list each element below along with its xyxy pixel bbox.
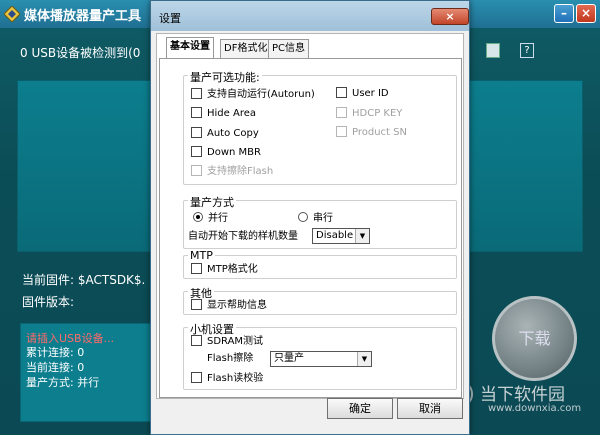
erase-flash-checkbox: 支持擦除Flash: [191, 165, 273, 177]
cancel-button[interactable]: 取消: [397, 398, 463, 419]
flash-erase-select[interactable]: 只量产 ▼: [270, 351, 372, 367]
autorun-checkbox[interactable]: 支持自动运行(Autorun): [191, 88, 315, 100]
basic-settings-panel: 量产可选功能: 支持自动运行(Autorun) Hide Area Auto C…: [159, 58, 462, 398]
optional-features-group: 量产可选功能: 支持自动运行(Autorun) Hide Area Auto C…: [183, 69, 457, 185]
dialog-body: 基本设置 DF格式化 PC信息 量产可选功能: 支持自动运行(Autorun) …: [156, 33, 464, 399]
checkbox-box[interactable]: [191, 335, 202, 346]
checkbox-box[interactable]: [191, 127, 202, 138]
checkbox-box[interactable]: [191, 88, 202, 99]
production-mode: 量产方式: 并行: [26, 376, 100, 389]
serial-radio[interactable]: 串行: [298, 212, 333, 224]
checkbox-box[interactable]: [191, 107, 202, 118]
group-title: 量产可选功能:: [188, 69, 262, 85]
auto-start-label: 自动开始下载的样机数量: [188, 231, 298, 242]
dialog-titlebar: 设置 ×: [151, 1, 469, 31]
current-connections: 当前连接: 0: [26, 361, 85, 374]
status-panel: 请插入USB设备... 累计连接: 0 当前连接: 0 量产方式: 并行: [20, 323, 155, 422]
chevron-down-icon[interactable]: ▼: [357, 352, 371, 366]
checkbox-box: [191, 165, 202, 176]
checkbox-box[interactable]: [191, 299, 202, 310]
checkbox-box[interactable]: [191, 263, 202, 274]
checkbox-box[interactable]: [191, 372, 202, 383]
download-button[interactable]: 下载: [492, 296, 577, 381]
user-id-checkbox[interactable]: User ID: [336, 87, 389, 99]
mtp-format-checkbox[interactable]: MTP格式化: [191, 263, 258, 275]
hide-area-checkbox[interactable]: Hide Area: [191, 107, 256, 119]
tab-basic-settings[interactable]: 基本设置: [166, 37, 214, 59]
down-mbr-checkbox[interactable]: Down MBR: [191, 146, 261, 158]
watermark-text: 当下软件园: [480, 385, 565, 405]
tab-df-format[interactable]: DF格式化: [220, 39, 272, 58]
show-help-checkbox[interactable]: 显示帮助信息: [191, 299, 267, 311]
chevron-down-icon[interactable]: ▼: [355, 229, 369, 243]
group-title: MTP: [188, 249, 215, 262]
help-icon[interactable]: ?: [520, 43, 534, 58]
flash-erase-label: Flash擦除: [207, 353, 254, 364]
app-logo-icon: [4, 6, 20, 22]
current-firmware-label: 当前固件: $ACTSDK$.: [22, 273, 146, 287]
ok-button[interactable]: 确定: [327, 398, 393, 419]
device-settings-group: 小机设置 SDRAM测试 Flash擦除 只量产 ▼ Flash读校验: [183, 321, 457, 390]
checkbox-box: [336, 126, 347, 137]
dialog-close-button[interactable]: ×: [431, 8, 469, 25]
group-title: 量产方式: [188, 194, 236, 210]
checkbox-box: [336, 107, 347, 118]
sdram-test-checkbox[interactable]: SDRAM测试: [191, 335, 263, 347]
total-connections: 累计连接: 0: [26, 346, 85, 359]
watermark-url: www.downxia.com: [488, 403, 582, 414]
radio-dot[interactable]: [193, 212, 203, 222]
settings-dialog: 设置 × 基本设置 DF格式化 PC信息 量产可选功能: 支持自动运行(Auto…: [150, 0, 470, 435]
minimize-button[interactable]: –: [554, 4, 574, 23]
close-button[interactable]: ×: [576, 4, 596, 23]
tab-pc-info[interactable]: PC信息: [268, 39, 310, 58]
parallel-radio[interactable]: 并行: [193, 212, 228, 224]
checkbox-box[interactable]: [336, 87, 347, 98]
other-group: 其他 显示帮助信息: [183, 285, 457, 315]
product-sn-checkbox: Product SN: [336, 126, 407, 138]
radio-dot[interactable]: [298, 212, 308, 222]
firmware-version-label: 固件版本:: [22, 295, 75, 309]
mtp-group: MTP MTP格式化: [183, 249, 457, 279]
auto-copy-checkbox[interactable]: Auto Copy: [191, 127, 259, 139]
usb-detection-status: 0 USB设备被检测到(0: [20, 46, 141, 60]
dialog-title: 设置: [159, 12, 181, 25]
flash-verify-checkbox[interactable]: Flash读校验: [191, 372, 263, 384]
production-mode-group: 量产方式 并行 串行 自动开始下载的样机数量 Disable ▼: [183, 194, 457, 249]
hdcp-key-checkbox: HDCP KEY: [336, 107, 402, 119]
app-title: 媒体播放器量产工具: [24, 9, 142, 24]
auto-start-select[interactable]: Disable ▼: [312, 228, 370, 244]
document-icon[interactable]: [486, 43, 500, 58]
checkbox-box[interactable]: [191, 146, 202, 157]
